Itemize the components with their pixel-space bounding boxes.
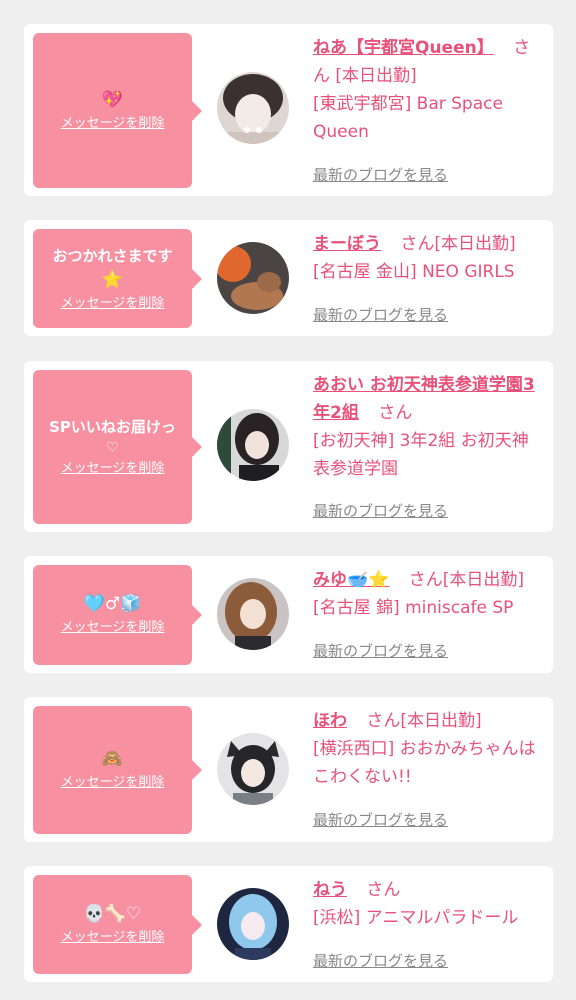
emoji-skull-bone-icon: 💀🦴♡: [83, 903, 142, 924]
message-text: SPいいねお届けっ: [49, 418, 176, 436]
girl-name-link[interactable]: あおい お初天神表参道学園3年2組: [313, 375, 535, 423]
delete-message-link[interactable]: メッセージを削除: [61, 114, 165, 134]
shop-name: miniscafe SP: [405, 598, 514, 618]
emoji-heart-ice-icon: 🩵♂🧊: [83, 594, 142, 614]
attendance-status: [本日出勤]: [434, 234, 516, 254]
shop-name: アニマルパラドール: [365, 908, 519, 928]
list-item: 🙈 メッセージを削除 ほわ さん[本日出勤] [横浜西口] おおかみちゃんはこわ…: [24, 697, 553, 842]
honorific: さん: [366, 880, 401, 900]
avatar[interactable]: [217, 578, 289, 650]
message-bubble: 💖 メッセージを削除: [33, 33, 202, 188]
avatar[interactable]: [217, 409, 289, 481]
list-item: 💀🦴♡ メッセージを削除 ねう さん [浜松] アニマルパラドール 最新のブログ…: [24, 866, 553, 982]
area: [浜松]: [313, 908, 361, 928]
blog-link[interactable]: 最新のブログを見る: [313, 950, 448, 971]
girl-name-link[interactable]: ほわ: [313, 711, 347, 731]
message-bubble: 🙈 メッセージを削除: [33, 706, 202, 834]
attendance-status: [本日出勤]: [442, 570, 525, 590]
avatar[interactable]: [217, 888, 289, 960]
delete-message-link[interactable]: メッセージを削除: [61, 459, 165, 479]
message-text: おつかれさまです: [52, 246, 173, 265]
delete-message-link[interactable]: メッセージを削除: [61, 928, 165, 948]
honorific: さん: [408, 570, 443, 590]
girl-info: ほわ さん[本日出勤] [横浜西口] おおかみちゃんはこわくない!!: [313, 707, 545, 791]
area: [名古屋 金山]: [313, 262, 417, 282]
avatar[interactable]: [217, 72, 289, 144]
girl-name-link[interactable]: ねあ【宇都宮Queen】: [313, 38, 494, 58]
message-bubble: 🩵♂🧊 メッセージを削除: [33, 565, 202, 665]
emoji-monkey-icon: 🙈: [101, 749, 124, 769]
heart-outline-icon: ♡: [106, 440, 119, 456]
message-bubble: おつかれさまです ⭐ メッセージを削除: [33, 229, 202, 328]
girl-name-link[interactable]: みゆ🥣⭐: [313, 570, 389, 590]
girl-info: みゆ🥣⭐ さん[本日出勤] [名古屋 錦] miniscafe SP: [313, 566, 545, 622]
list-item: おつかれさまです ⭐ メッセージを削除 まーぼう さん[本日出勤] [名古屋 金…: [24, 220, 553, 336]
avatar[interactable]: [217, 242, 289, 314]
attendance-status: [本日出勤]: [400, 711, 482, 731]
message-bubble: SPいいねお届けっ ♡ メッセージを削除: [33, 370, 202, 524]
honorific: さん: [378, 403, 413, 423]
area: [お初天神]: [313, 431, 395, 451]
delete-message-link[interactable]: メッセージを削除: [61, 618, 165, 638]
girl-info: ねう さん [浜松] アニマルパラドール: [313, 876, 545, 932]
area: [東武宇都宮]: [313, 94, 412, 114]
blog-link[interactable]: 最新のブログを見る: [313, 640, 448, 661]
shop-name: NEO GIRLS: [422, 262, 515, 282]
blog-link[interactable]: 最新のブログを見る: [313, 809, 448, 830]
emoji-heart-icon: 💖: [101, 89, 124, 110]
area: [名古屋 錦]: [313, 598, 400, 618]
avatar[interactable]: [217, 733, 289, 805]
list-item: SPいいねお届けっ ♡ メッセージを削除 あおい お初天神表参道学園3年2組 さ…: [24, 361, 553, 532]
blog-link[interactable]: 最新のブログを見る: [313, 164, 448, 185]
attendance-status: [本日出勤]: [335, 66, 417, 86]
list-item: 🩵♂🧊 メッセージを削除 みゆ🥣⭐ さん[本日出勤] [名古屋 錦] minis…: [24, 556, 553, 673]
message-list: 💖 メッセージを削除 ねあ【宇都宮Queen】 さん [本日出勤] [東武宇都宮…: [0, 0, 576, 1000]
girl-name-link[interactable]: ねう: [313, 880, 347, 900]
honorific: さん: [400, 234, 435, 254]
girl-name-link[interactable]: まーぼう: [313, 234, 381, 254]
list-item: 💖 メッセージを削除 ねあ【宇都宮Queen】 さん [本日出勤] [東武宇都宮…: [24, 24, 553, 196]
emoji-star-icon: ⭐: [101, 269, 124, 290]
girl-info: あおい お初天神表参道学園3年2組 さん [お初天神] 3年2組 お初天神表参道…: [313, 371, 545, 483]
delete-message-link[interactable]: メッセージを削除: [61, 294, 165, 314]
blog-link[interactable]: 最新のブログを見る: [313, 500, 448, 521]
girl-info: ねあ【宇都宮Queen】 さん [本日出勤] [東武宇都宮] Bar Space…: [313, 34, 545, 146]
message-bubble: 💀🦴♡ メッセージを削除: [33, 875, 202, 974]
honorific: さん: [366, 711, 401, 731]
area: [横浜西口]: [313, 739, 395, 759]
blog-link[interactable]: 最新のブログを見る: [313, 304, 448, 325]
delete-message-link[interactable]: メッセージを削除: [61, 773, 165, 793]
girl-info: まーぼう さん[本日出勤] [名古屋 金山] NEO GIRLS: [313, 230, 545, 286]
